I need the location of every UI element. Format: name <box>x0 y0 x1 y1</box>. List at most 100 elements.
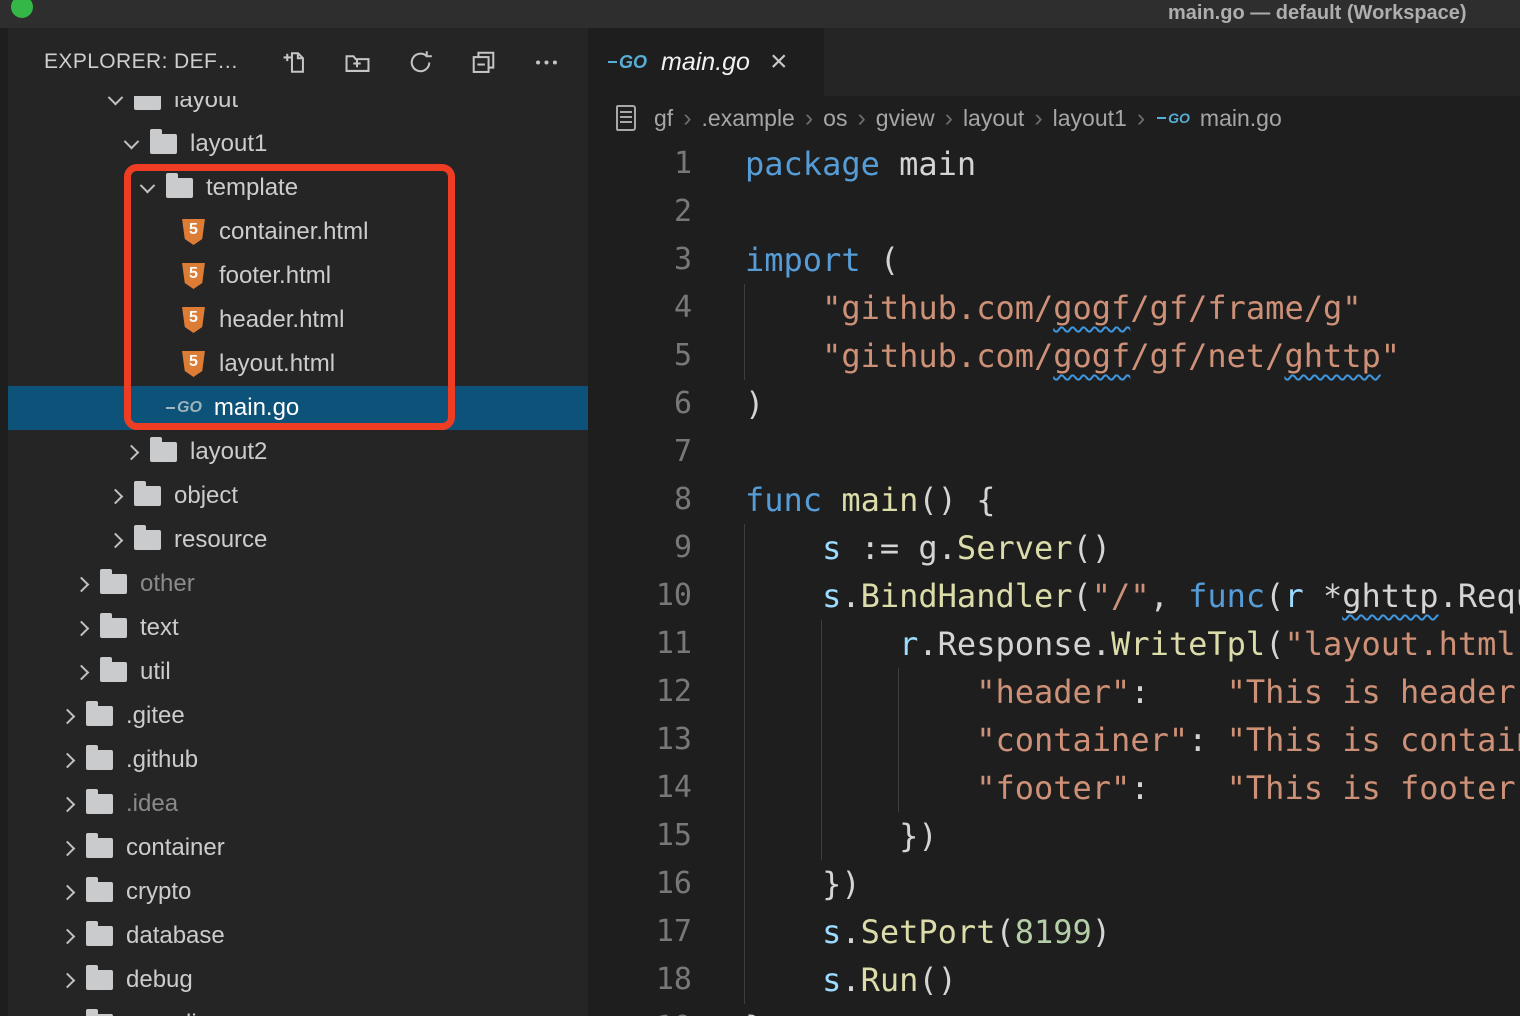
code-line-1[interactable]: 1package main <box>588 140 1520 188</box>
line-number[interactable]: 14 <box>588 764 692 812</box>
code-editor[interactable]: 1package main23import (4 "github.com/gog… <box>588 140 1520 1016</box>
line-number[interactable]: 5 <box>588 332 692 380</box>
tree-item-footer-html[interactable]: 5footer.html <box>8 254 588 298</box>
tree-item-label: footer.html <box>219 262 331 290</box>
tree-item-container-html[interactable]: 5container.html <box>8 210 588 254</box>
indent-guide <box>744 764 745 812</box>
tree-item-header-html[interactable]: 5header.html <box>8 298 588 342</box>
line-number[interactable]: 9 <box>588 524 692 572</box>
tree-item-main-go[interactable]: GOmain.go <box>8 386 588 430</box>
tree-item-label: .github <box>126 746 198 774</box>
breadcrumb-os[interactable]: os <box>823 105 847 132</box>
code-line-10[interactable]: 10 s.BindHandler("/", func(r *ghttp.Requ… <box>588 572 1520 620</box>
more-actions-icon[interactable] <box>533 49 560 76</box>
tree-item-container[interactable]: container <box>8 826 588 870</box>
code-line-9[interactable]: 9 s := g.Server() <box>588 524 1520 572</box>
tree-item-crypto[interactable]: crypto <box>8 870 588 914</box>
breadcrumb-layout1[interactable]: layout1 <box>1053 105 1127 132</box>
tree-item-label: main.go <box>214 394 299 422</box>
line-number[interactable]: 13 <box>588 716 692 764</box>
code-line-8[interactable]: 8func main() { <box>588 476 1520 524</box>
code-line-content: "github.com/gogf/gf/net/ghttp" <box>745 332 1400 380</box>
code-line-19[interactable]: 19} <box>588 1004 1520 1016</box>
code-line-6[interactable]: 6) <box>588 380 1520 428</box>
line-number[interactable]: 10 <box>588 572 692 620</box>
close-icon[interactable]: × <box>770 47 788 77</box>
line-number[interactable]: 16 <box>588 860 692 908</box>
code-line-2[interactable]: 2 <box>588 188 1520 236</box>
chevron-right-icon <box>56 887 78 898</box>
tree-item-dot-github[interactable]: .github <box>8 738 588 782</box>
code-line-18[interactable]: 18 s.Run() <box>588 956 1520 1004</box>
code-token: := g. <box>841 529 957 567</box>
tree-item-debug[interactable]: debug <box>8 958 588 1002</box>
line-number[interactable]: 18 <box>588 956 692 1004</box>
tree-item-encoding[interactable]: encoding <box>8 1002 588 1016</box>
code-line-11[interactable]: 11 r.Response.WriteTpl("layout.html", g.… <box>588 620 1520 668</box>
code-line-13[interactable]: 13 "container": "This is container", <box>588 716 1520 764</box>
code-token: SetPort <box>861 913 996 951</box>
code-line-3[interactable]: 3 import ( <box>588 236 1520 284</box>
breadcrumb-dot-example[interactable]: .example <box>702 105 795 132</box>
code-line-4[interactable]: 4 "github.com/gogf/gf/frame/g" <box>588 284 1520 332</box>
explorer-header: EXPLORER: DEF… <box>8 28 588 96</box>
code-line-16[interactable]: 16 }) <box>588 860 1520 908</box>
line-number[interactable]: 3 <box>588 236 692 284</box>
code-token: . <box>841 913 860 951</box>
indent-guide <box>744 620 745 668</box>
chevron-right-icon <box>120 447 142 458</box>
line-number[interactable]: 1 <box>588 140 692 188</box>
line-number[interactable]: 7 <box>588 428 692 476</box>
indent-guide <box>898 668 899 716</box>
traffic-light-green-icon[interactable] <box>11 0 33 18</box>
tree-item-layout2[interactable]: layout2 <box>8 430 588 474</box>
line-number[interactable]: 6 <box>588 380 692 428</box>
indent-guide <box>744 332 745 380</box>
code-line-5[interactable]: 5 "github.com/gogf/gf/net/ghttp" <box>588 332 1520 380</box>
tree-item-other[interactable]: other <box>8 562 588 606</box>
tree-item-template[interactable]: template <box>8 166 588 210</box>
tab-bar: GO main.go × <box>588 28 1520 96</box>
code-line-12[interactable]: 12 "header": "This is header", <box>588 668 1520 716</box>
collapse-all-icon[interactable] <box>470 49 497 76</box>
tree-item-layout-html[interactable]: 5layout.html <box>8 342 588 386</box>
code-token: }) <box>745 865 861 903</box>
code-line-17[interactable]: 17 s.SetPort(8199) <box>588 908 1520 956</box>
line-number[interactable]: 15 <box>588 812 692 860</box>
tree-item-layout[interactable]: layout <box>8 96 588 122</box>
code-token <box>745 961 822 999</box>
code-token: "github.com/ <box>822 289 1053 327</box>
line-number[interactable]: 11 <box>588 620 692 668</box>
code-line-content: import ( <box>745 236 899 284</box>
line-number[interactable]: 4 <box>588 284 692 332</box>
new-folder-icon[interactable] <box>344 49 371 76</box>
tree-item-text[interactable]: text <box>8 606 588 650</box>
breadcrumb-layout[interactable]: layout <box>963 105 1024 132</box>
tab-main-go[interactable]: GO main.go × <box>588 28 824 96</box>
code-token: Run <box>861 961 919 999</box>
line-number[interactable]: 2 <box>588 188 692 236</box>
new-file-icon[interactable] <box>281 49 308 76</box>
tree-item-object[interactable]: object <box>8 474 588 518</box>
breadcrumb-gf[interactable]: gf <box>654 105 673 132</box>
code-line-14[interactable]: 14 "footer": "This is footer", <box>588 764 1520 812</box>
refresh-icon[interactable] <box>407 49 434 76</box>
line-number[interactable]: 19 <box>588 1004 692 1016</box>
code-line-15[interactable]: 15 }) <box>588 812 1520 860</box>
tree-item-resource[interactable]: resource <box>8 518 588 562</box>
chevron-right-icon <box>56 975 78 986</box>
code-line-7[interactable]: 7 <box>588 428 1520 476</box>
line-number[interactable]: 12 <box>588 668 692 716</box>
breadcrumb-gview[interactable]: gview <box>876 105 935 132</box>
tree-item-dot-idea[interactable]: .idea <box>8 782 588 826</box>
tree-item-dot-gitee[interactable]: .gitee <box>8 694 588 738</box>
line-number[interactable]: 17 <box>588 908 692 956</box>
tree-item-layout1[interactable]: layout1 <box>8 122 588 166</box>
tree-item-database[interactable]: database <box>8 914 588 958</box>
breadcrumb-separator: › <box>935 104 963 133</box>
tree-item-util[interactable]: util <box>8 650 588 694</box>
breadcrumb-file[interactable]: main.go <box>1200 105 1282 132</box>
line-number[interactable]: 8 <box>588 476 692 524</box>
folder-icon <box>86 970 113 990</box>
code-token: 8199 <box>1015 913 1092 951</box>
